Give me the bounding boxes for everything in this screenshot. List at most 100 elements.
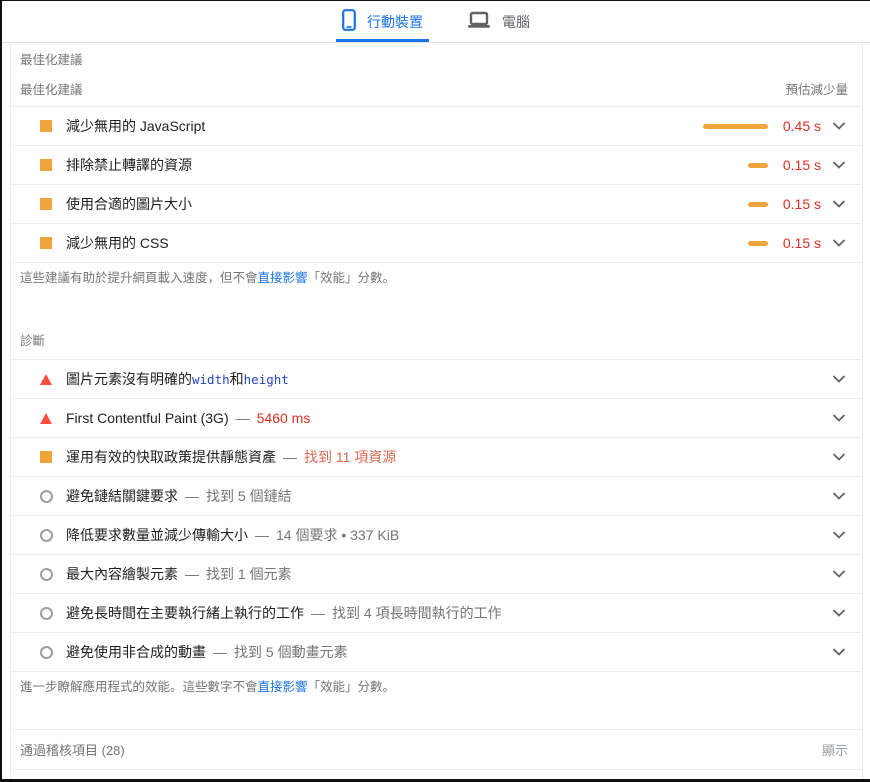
note-text: 進一步瞭解應用程式的效能。這些數字不會 xyxy=(20,680,258,694)
opportunities-sticky-label: 最佳化建議 xyxy=(11,51,862,69)
smartphone-icon xyxy=(342,9,356,34)
diagnostic-title: 最大內容繪製元素 xyxy=(66,564,178,584)
diagnostic-value: 找到 4 項長時間執行的工作 xyxy=(332,603,502,623)
tab-desktop[interactable]: 電腦 xyxy=(461,1,536,42)
diagnostic-value: 找到 5 個鏈結 xyxy=(206,486,292,506)
diagnostic-row[interactable]: 避免使用非合成的動畫 — 找到 5 個動畫元素 xyxy=(11,633,862,672)
chevron-down-icon[interactable] xyxy=(832,239,846,247)
diagnostic-value: 5460 ms xyxy=(257,410,311,426)
opportunity-row[interactable]: 減少無用的 JavaScript 0.45 s xyxy=(11,107,862,146)
opportunity-title: 排除禁止轉譯的資源 xyxy=(66,155,192,175)
diagnostic-row[interactable]: 降低要求數量並減少傳輸大小 — 14 個要求 • 337 KiB xyxy=(11,516,862,555)
dash-separator: — xyxy=(283,449,297,465)
info-circle-icon xyxy=(39,529,53,542)
fail-triangle-icon xyxy=(39,413,53,424)
diagnostic-title: 避免長時間在主要執行緒上執行的工作 xyxy=(66,603,304,623)
chevron-down-icon[interactable] xyxy=(832,122,846,130)
savings-bar xyxy=(703,124,768,129)
diagnostic-row[interactable]: 運用有效的快取政策提供靜態資產 — 找到 11 項資源 xyxy=(11,438,862,477)
diagnostic-value: 14 個要求 • 337 KiB xyxy=(276,525,399,545)
savings-value: 0.15 s xyxy=(773,196,821,212)
laptop-icon xyxy=(467,11,491,32)
info-circle-icon xyxy=(39,490,53,503)
opportunity-row[interactable]: 排除禁止轉譯的資源 0.15 s xyxy=(11,146,862,185)
diagnostic-title: 避免使用非合成的動畫 xyxy=(66,642,206,662)
direct-impact-link[interactable]: 直接影響 xyxy=(258,680,308,694)
direct-impact-link[interactable]: 直接影響 xyxy=(258,271,308,285)
savings-bar xyxy=(748,241,768,246)
diagnostic-row[interactable]: 避免長時間在主要執行緒上執行的工作 — 找到 4 項長時間執行的工作 xyxy=(11,594,862,633)
info-circle-icon xyxy=(39,568,53,581)
opportunity-row[interactable]: 減少無用的 CSS 0.15 s xyxy=(11,224,862,263)
note-text: 這些建議有助於提升網頁載入速度，但不會 xyxy=(20,271,258,285)
dash-separator: — xyxy=(236,410,250,426)
savings-value: 0.15 s xyxy=(773,157,821,173)
diagnostic-value: 找到 11 項資源 xyxy=(304,447,396,467)
dash-separator: — xyxy=(185,488,199,504)
diagnostic-row[interactable]: 避免鏈結關鍵要求 — 找到 5 個鏈結 xyxy=(11,477,862,516)
warning-square-icon xyxy=(39,237,53,249)
diagnostics-list: 圖片元素沒有明確的width和height First Contentful P… xyxy=(11,359,862,672)
chevron-down-icon[interactable] xyxy=(832,453,846,461)
diagnostic-title: 和 xyxy=(230,369,244,389)
info-circle-icon xyxy=(39,607,53,620)
code-height: height xyxy=(244,372,289,387)
diagnostic-value: 找到 5 個動畫元素 xyxy=(234,642,348,662)
chevron-down-icon[interactable] xyxy=(832,200,846,208)
tab-desktop-label: 電腦 xyxy=(502,12,530,32)
chevron-down-icon[interactable] xyxy=(832,648,846,656)
warning-square-icon xyxy=(39,198,53,210)
note-text: 「效能」分數。 xyxy=(308,271,396,285)
chevron-down-icon[interactable] xyxy=(832,161,846,169)
diagnostic-title: First Contentful Paint (3G) xyxy=(66,410,229,426)
savings-bar xyxy=(748,202,768,207)
fail-triangle-icon xyxy=(39,374,53,385)
opportunities-header-title: 最佳化建議 xyxy=(20,79,83,98)
opportunities-header-savings: 預估減少量 xyxy=(785,79,848,98)
diagnostic-row[interactable]: 圖片元素沒有明確的width和height xyxy=(11,360,862,399)
opportunities-note: 這些建議有助於提升網頁載入速度，但不會直接影響「效能」分數。 xyxy=(11,270,862,286)
code-width: width xyxy=(192,372,230,387)
passed-audits-section: 通過稽核項目 (28) 顯示 xyxy=(11,729,862,770)
diagnostic-title: 圖片元素沒有明確的 xyxy=(66,369,192,389)
passed-audits-label: 通過稽核項目 (28) xyxy=(20,740,125,759)
info-circle-icon xyxy=(39,646,53,659)
opportunity-title: 減少無用的 CSS xyxy=(66,233,169,253)
dash-separator: — xyxy=(185,566,199,582)
dash-separator: — xyxy=(311,605,325,621)
chevron-down-icon[interactable] xyxy=(832,375,846,383)
tab-mobile[interactable]: 行動裝置 xyxy=(336,1,429,42)
chevron-down-icon[interactable] xyxy=(832,609,846,617)
dash-separator: — xyxy=(213,644,227,660)
savings-value: 0.45 s xyxy=(773,118,821,134)
opportunity-title: 減少無用的 JavaScript xyxy=(66,116,205,136)
diagnostic-row[interactable]: First Contentful Paint (3G) — 5460 ms xyxy=(11,399,862,438)
diagnostic-title: 降低要求數量並減少傳輸大小 xyxy=(66,525,248,545)
note-text: 「效能」分數。 xyxy=(308,680,396,694)
device-tabbar: 行動裝置 電腦 xyxy=(2,1,870,43)
diagnostic-title: 避免鏈結關鍵要求 xyxy=(66,486,178,506)
warning-square-icon xyxy=(39,120,53,132)
passed-audits-header: 通過稽核項目 (28) 顯示 xyxy=(11,730,862,770)
opportunity-title: 使用合適的圖片大小 xyxy=(66,194,192,214)
chevron-down-icon[interactable] xyxy=(832,570,846,578)
warning-square-icon xyxy=(39,159,53,171)
diagnostic-row[interactable]: 最大內容繪製元素 — 找到 1 個元素 xyxy=(11,555,862,594)
show-button[interactable]: 顯示 xyxy=(822,740,848,759)
chevron-down-icon[interactable] xyxy=(832,414,846,422)
tab-mobile-label: 行動裝置 xyxy=(367,12,423,32)
pagespeed-report: 行動裝置 電腦 最佳化建議 最佳化建議 預估減少量 減少無用的 JavaScri… xyxy=(0,0,870,782)
chevron-down-icon[interactable] xyxy=(832,492,846,500)
report-card: 最佳化建議 最佳化建議 預估減少量 減少無用的 JavaScript 0.45 … xyxy=(10,43,863,779)
dash-separator: — xyxy=(255,527,269,543)
diagnostic-title: 運用有效的快取政策提供靜態資產 xyxy=(66,447,276,467)
diagnostics-label: 診斷 xyxy=(11,332,862,350)
opportunity-row[interactable]: 使用合適的圖片大小 0.15 s xyxy=(11,185,862,224)
savings-bar xyxy=(748,163,768,168)
opportunities-table-header: 最佳化建議 預估減少量 xyxy=(11,79,862,107)
warning-square-icon xyxy=(39,451,53,463)
savings-value: 0.15 s xyxy=(773,235,821,251)
chevron-down-icon[interactable] xyxy=(832,531,846,539)
diagnostic-value: 找到 1 個元素 xyxy=(206,564,292,584)
diagnostics-note: 進一步瞭解應用程式的效能。這些數字不會直接影響「效能」分數。 xyxy=(11,679,862,695)
